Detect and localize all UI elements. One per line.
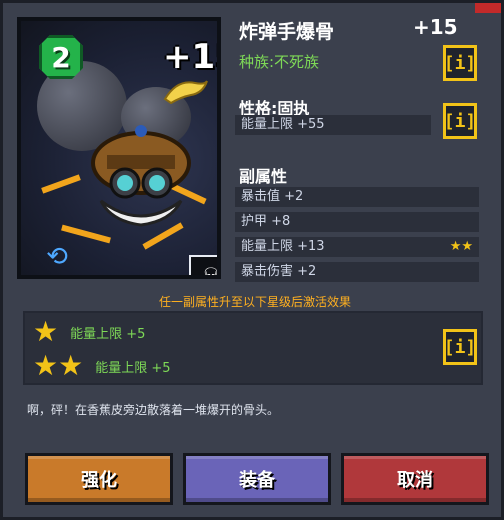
info-icon: [i] [443, 52, 477, 74]
race-info-button[interactable]: [i] [443, 45, 477, 81]
skull-icon: ☠ [189, 255, 217, 275]
bonus-row: ★★ 能量上限 +5 [33, 351, 171, 381]
secondary-stat-label: 暴击值 +2 [241, 189, 304, 204]
flavor-text: 啊，砰！在香蕉皮旁边散落着一堆爆开的骨头。 [27, 403, 280, 417]
reset-icon[interactable]: ⟲ [43, 243, 71, 271]
bonus-text: 能量上限 +5 [95, 360, 171, 376]
star-bonus-box: ★ 能量上限 +5 ★★ 能量上限 +5 [i] [23, 311, 483, 385]
lock-icon[interactable]: 🔒︎ [125, 269, 149, 275]
secondary-stat-label: 护甲 +8 [241, 214, 291, 229]
secondary-stat-label: 暴击伤害 +2 [241, 264, 317, 279]
secondary-stat-row: 暴击值 +2 [235, 187, 479, 207]
stat-stars: ★★ [449, 239, 473, 254]
level-number: 2 [51, 40, 71, 74]
info-icon: [i] [443, 110, 477, 132]
personality-stat: 能量上限 +55 [235, 115, 431, 135]
bomber-character-image [91, 125, 191, 227]
equip-button[interactable]: 装备 [183, 453, 331, 505]
banana-peel-image [163, 80, 208, 105]
secondary-stat-row: 暴击伤害 +2 [235, 262, 479, 282]
pet-name: 炸弹手爆骨 [239, 21, 335, 43]
close-corner[interactable] [475, 3, 501, 13]
secondary-stat-row: 护甲 +8 [235, 212, 479, 232]
info-icon: [i] [443, 336, 477, 358]
bonus-text: 能量上限 +5 [70, 326, 146, 342]
secondary-stat-row: 能量上限 +13 ★★ [235, 237, 479, 257]
secondary-stats-title: 副属性 [239, 167, 288, 186]
bonus-info-button[interactable]: [i] [443, 329, 477, 365]
star-icon: ★★ [33, 349, 84, 382]
personality-info-button[interactable]: [i] [443, 103, 477, 139]
card-upgrade-level: +15 [163, 37, 217, 77]
bonus-row: ★ 能量上限 +5 [33, 317, 145, 347]
pet-detail-panel: 2 +15 ⟲ 重置 🔒︎ ☠ 炸弹手爆骨 +15 种族:不死族 [i] 性格:… [0, 0, 504, 520]
star-icon: ★ [33, 315, 59, 348]
pet-race: 种族:不死族 [239, 53, 320, 71]
pet-upgrade-level: +15 [413, 15, 458, 39]
level-badge: 2 [39, 35, 83, 79]
cancel-button[interactable]: 取消 [341, 453, 489, 505]
activation-notice: 任一副属性升至以下星级后激活效果 [158, 295, 351, 309]
pet-card: 2 +15 ⟲ 重置 🔒︎ ☠ [17, 17, 221, 279]
secondary-stat-label: 能量上限 +13 [241, 239, 325, 254]
reset-label: 重置 [43, 273, 69, 275]
enhance-button[interactable]: 强化 [25, 453, 173, 505]
